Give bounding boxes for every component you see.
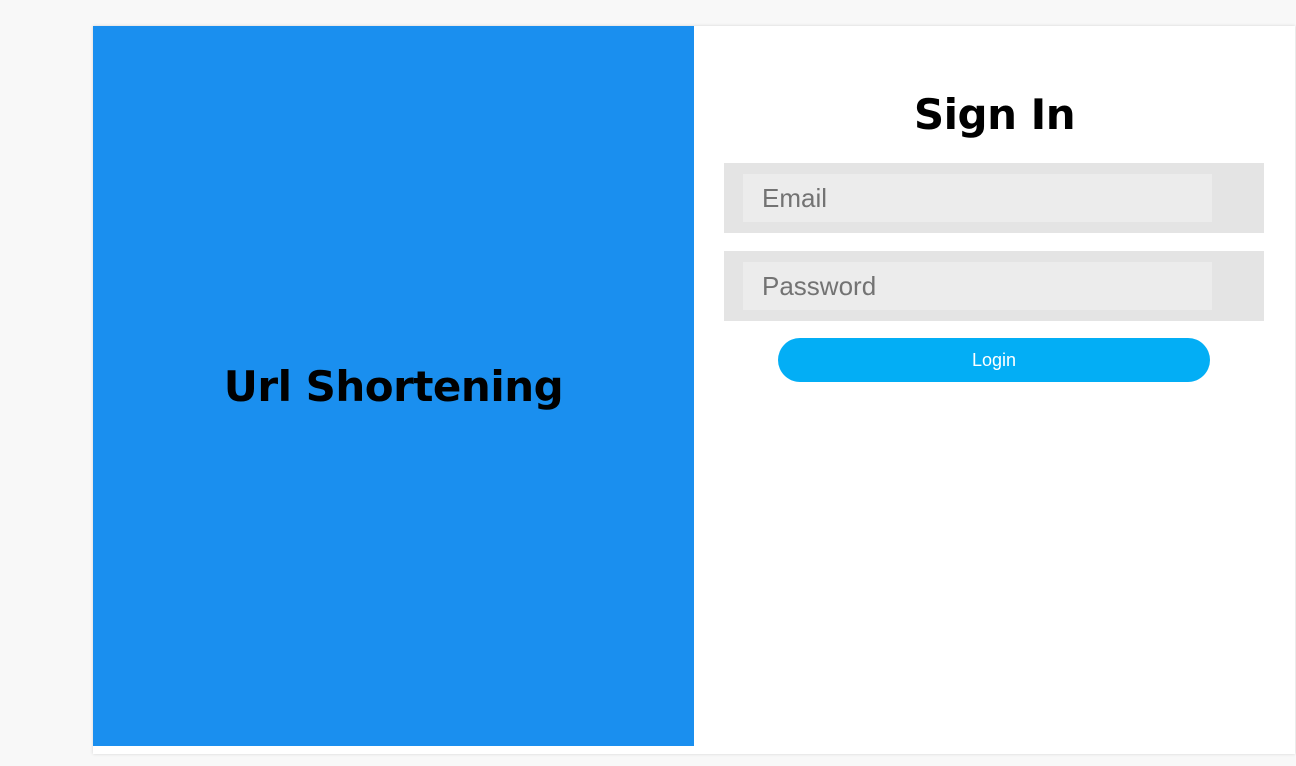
email-field-container <box>724 163 1264 233</box>
brand-panel: Url Shortening <box>93 26 694 746</box>
signin-form: Sign In Login <box>694 26 1295 746</box>
password-input[interactable] <box>743 262 1212 310</box>
password-field-container <box>724 251 1264 321</box>
signin-title: Sign In <box>913 90 1076 139</box>
login-card: Url Shortening Sign In Login <box>93 26 1295 754</box>
email-input[interactable] <box>743 174 1212 222</box>
login-button[interactable]: Login <box>778 338 1210 382</box>
brand-title: Url Shortening <box>223 361 564 411</box>
